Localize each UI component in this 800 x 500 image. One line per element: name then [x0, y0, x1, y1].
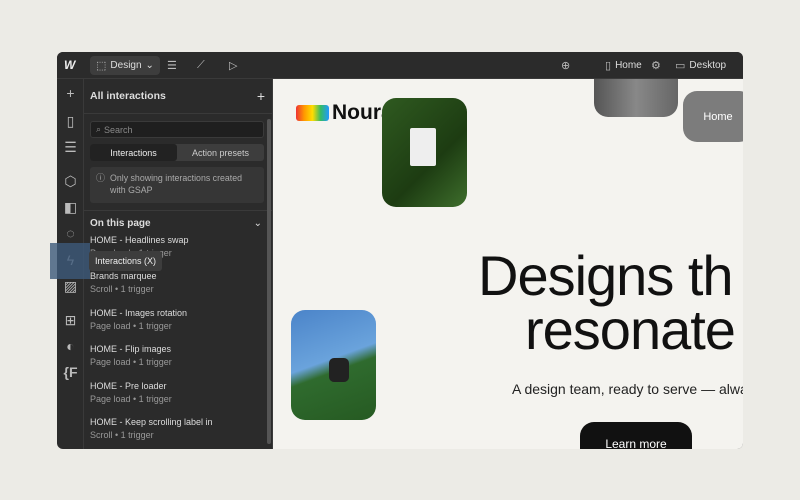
analytics-icon[interactable]: ⟋ — [197, 59, 205, 72]
finsweet-icon[interactable]: {F — [57, 364, 84, 380]
play-icon[interactable]: ▷ — [229, 59, 237, 72]
hero-headline: Designs th resonate — [478, 248, 736, 361]
item-title: HOME - Images rotation — [90, 307, 188, 318]
database-icon[interactable]: ☰ — [167, 59, 177, 72]
section-on-this-page[interactable]: On this page ⌄ — [84, 210, 272, 235]
tab-interactions[interactable]: Interactions — [90, 144, 177, 161]
item-sub: Page load • 1 trigger — [90, 393, 172, 404]
shopping-bag-image — [382, 98, 467, 207]
item-sub: Scroll • 1 trigger — [90, 284, 154, 295]
panel-tabs: Interactions Action presets — [90, 144, 264, 161]
interactions-icon-highlight — [50, 243, 90, 279]
item-title: HOME - Headlines swap — [90, 235, 189, 245]
search-input[interactable]: ⌕ Search — [90, 121, 264, 138]
section-title: On this page — [90, 217, 151, 229]
brand-logo: Noura — [296, 101, 393, 125]
add-interaction-button[interactable]: + — [257, 88, 265, 104]
item-title: Brands marquee — [90, 271, 157, 282]
palette-icon[interactable]: ◐ — [57, 338, 84, 354]
pages-icon[interactable]: ▯ — [57, 113, 84, 130]
components-icon[interactable]: ⬡ — [57, 173, 84, 190]
search-icon: ⌕ — [96, 124, 102, 134]
chevron-down-icon: ⌄ — [145, 60, 154, 71]
globe-icon[interactable]: ⊕ — [561, 59, 570, 72]
design-mode-label: Design — [110, 60, 142, 71]
styles-icon[interactable]: ◧ — [57, 199, 84, 216]
learn-more-button[interactable]: Learn more — [580, 422, 692, 449]
item-title: HOME - Pre loader — [90, 380, 167, 391]
desktop-icon: ▭ — [675, 60, 686, 72]
apps-icon[interactable]: ⊞ — [57, 312, 84, 329]
list-item[interactable]: HOME - Flip images Page load • 1 trigger — [84, 344, 272, 380]
item-sub: Scroll • 1 trigger — [90, 429, 154, 440]
panel-scrollbar[interactable] — [267, 119, 271, 444]
page-selector[interactable]: ▯ Home — [605, 59, 642, 72]
note-text: Only showing interactions created with G… — [110, 173, 243, 195]
design-canvas[interactable]: Noura Home Designs th resonate A design t… — [273, 79, 743, 449]
gsap-info-note: ⓘ Only showing interactions created with … — [90, 167, 264, 203]
item-sub: Page load • 1 trigger — [90, 320, 172, 331]
page-icon: ▯ — [605, 60, 612, 72]
tab-action-presets[interactable]: Action presets — [177, 144, 264, 161]
hero-subtitle: A design team, ready to serve — alwa — [512, 381, 743, 397]
list-item[interactable]: HOME - Images rotation Page load • 1 trig… — [84, 308, 272, 344]
list-item[interactable]: HOME - Keep scrolling label in Scroll • 1… — [84, 417, 272, 449]
breakpoint-label: Desktop — [689, 60, 727, 71]
breakpoint-selector[interactable]: ▭ Desktop — [675, 59, 726, 72]
search-placeholder: Search — [104, 124, 133, 135]
headline-line-2: resonate — [525, 298, 736, 361]
jacket-image — [594, 79, 678, 117]
add-icon[interactable]: + — [57, 85, 84, 101]
item-sub: Page load • 1 trigger — [90, 357, 172, 368]
interactions-tooltip: Interactions (X) — [89, 251, 163, 271]
home-nav-button[interactable]: Home — [683, 91, 743, 142]
assets-icon[interactable]: ▨ — [57, 278, 84, 295]
list-item[interactable]: Brands marquee Scroll • 1 trigger — [84, 271, 272, 307]
design-mode-button[interactable]: ⬚ Design ⌄ — [90, 56, 160, 75]
navigator-icon[interactable]: ☰ — [57, 139, 84, 156]
chevron-down-icon: ⌄ — [253, 217, 262, 229]
variables-icon[interactable]: ◌ — [57, 225, 84, 241]
settings-icon[interactable]: ⚙ — [651, 59, 661, 72]
brand-gradient-mark — [296, 105, 329, 121]
info-icon: ⓘ — [96, 173, 106, 183]
page-label: Home — [615, 60, 642, 71]
item-title: HOME - Flip images — [90, 344, 172, 355]
list-item[interactable]: HOME - Pre loader Page load • 1 trigger — [84, 381, 272, 417]
smartwatch-image — [291, 310, 376, 420]
panel-title: All interactions — [90, 90, 166, 102]
webflow-logo[interactable]: W — [64, 58, 75, 72]
top-toolbar: W ⬚ Design ⌄ ☰ ⟋ ▷ ⊕ ▯ Home ⚙ ▭ Desktop — [57, 52, 743, 79]
item-title: HOME - Keep scrolling label in — [90, 416, 213, 427]
cursor-icon: ⬚ — [96, 60, 107, 72]
